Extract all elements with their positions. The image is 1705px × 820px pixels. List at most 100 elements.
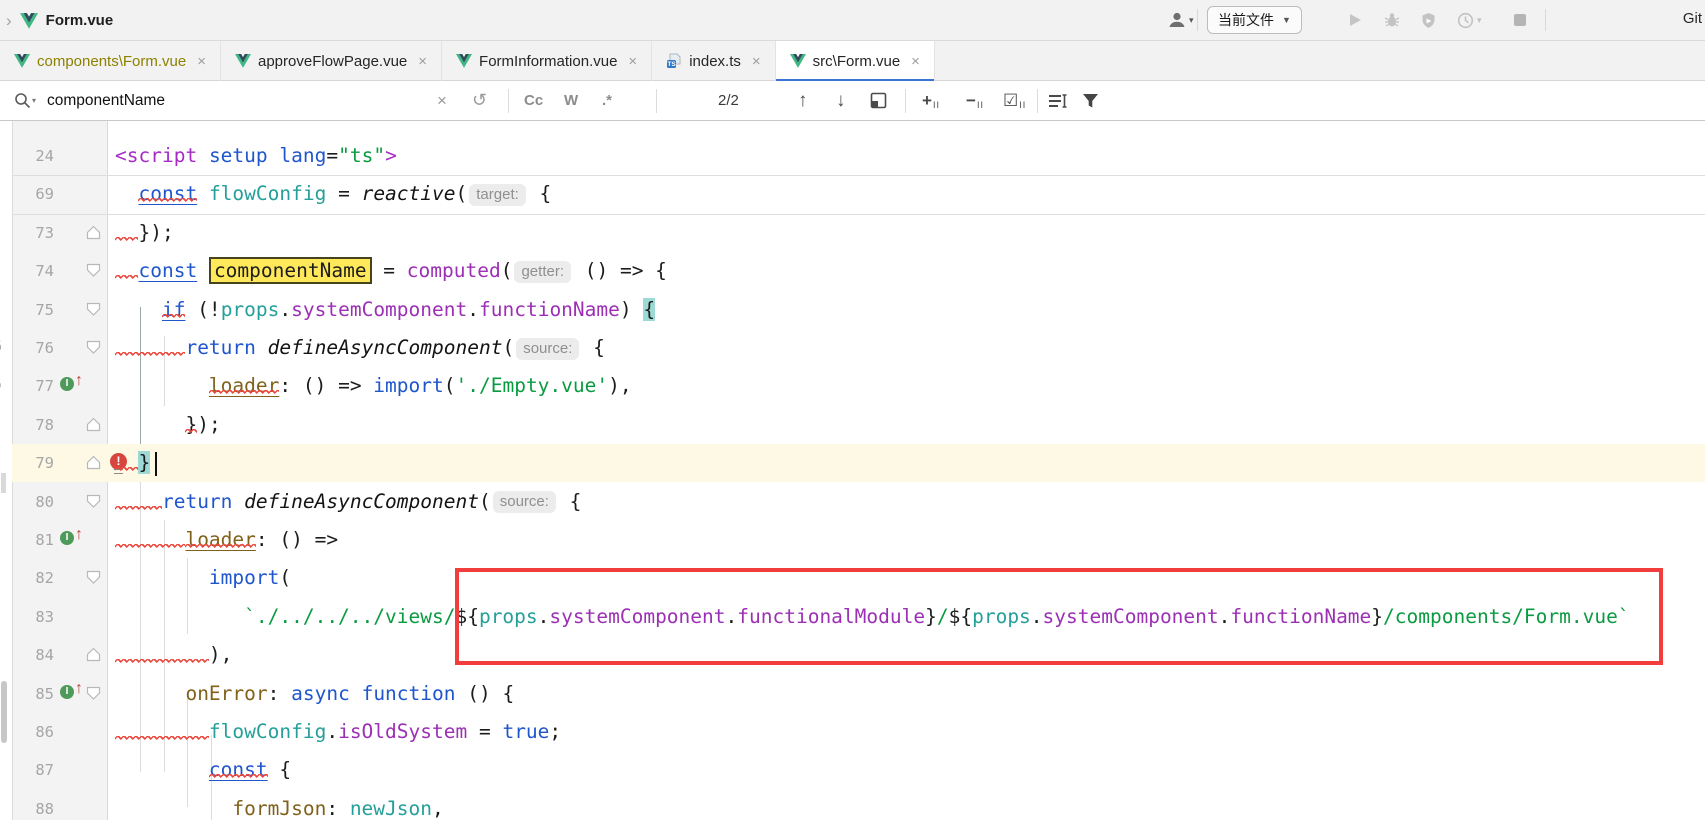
line-number[interactable]: 80 bbox=[12, 483, 54, 521]
line-number[interactable]: 74 bbox=[12, 252, 54, 290]
line-number[interactable]: 88 bbox=[12, 790, 54, 820]
run-icon[interactable] bbox=[1347, 8, 1363, 32]
debug-bug-icon[interactable] bbox=[1383, 8, 1401, 32]
tab-src-form.vue[interactable]: src\Form.vue× bbox=[776, 41, 935, 81]
tab-close-icon[interactable]: × bbox=[911, 53, 920, 70]
tab-close-icon[interactable]: × bbox=[197, 53, 206, 70]
token-kw: return bbox=[185, 336, 255, 359]
fold-region-start-icon[interactable] bbox=[86, 686, 101, 701]
tab-components-form.vue[interactable]: components\Form.vue× bbox=[0, 41, 221, 81]
code-line-80[interactable]: 80 return defineAsyncComponent(source: { bbox=[0, 483, 1705, 521]
fold-region-end-icon[interactable] bbox=[86, 225, 101, 240]
code-line-77[interactable]: 77I↑ loader: () => import('./Empty.vue')… bbox=[0, 367, 1705, 405]
indent-whitespace bbox=[115, 682, 185, 705]
line-number[interactable]: 87 bbox=[12, 751, 54, 789]
token-prop: functionalModule bbox=[737, 605, 925, 628]
add-occurrence-icon[interactable]: +II bbox=[922, 81, 939, 120]
gutter-implementation-icon[interactable]: I↑ bbox=[60, 374, 90, 398]
token-kw: const bbox=[209, 758, 268, 781]
match-case-toggle[interactable]: Cc bbox=[524, 81, 543, 120]
code-line-84[interactable]: 84 ), bbox=[0, 636, 1705, 674]
code-line-86[interactable]: 86 flowConfig.isOldSystem = true; bbox=[0, 713, 1705, 751]
token-pln: . bbox=[467, 298, 479, 321]
open-in-find-window-icon[interactable] bbox=[870, 81, 887, 120]
code-line-75[interactable]: 75 if (!props.systemComponent.functionNa… bbox=[0, 291, 1705, 329]
git-widget-label[interactable]: Git bbox=[1683, 10, 1702, 27]
search-input[interactable]: componentName bbox=[47, 81, 165, 120]
fold-region-start-icon[interactable] bbox=[86, 263, 101, 278]
code-text: const { bbox=[115, 751, 291, 789]
code-line-83[interactable]: 83 `./../../../views/${props.systemCompo… bbox=[0, 598, 1705, 636]
token-pln: ( bbox=[279, 566, 291, 589]
breadcrumb-chevron-icon[interactable]: › bbox=[6, 11, 12, 31]
remove-occurrence-icon[interactable]: −II bbox=[966, 81, 983, 120]
code-line-81[interactable]: 81I↑ loader: () => bbox=[0, 521, 1705, 559]
user-icon[interactable]: ▾ bbox=[1167, 8, 1194, 32]
line-number[interactable]: 69 bbox=[12, 175, 54, 213]
profiler-clock-icon[interactable]: ▾ bbox=[1457, 8, 1482, 32]
run-configuration-selector[interactable]: 当前文件 ▼ bbox=[1207, 6, 1302, 34]
code-line-74[interactable]: 74 const componentName = computed(getter… bbox=[0, 252, 1705, 290]
fold-region-start-icon[interactable] bbox=[86, 494, 101, 509]
line-number[interactable]: 78 bbox=[12, 406, 54, 444]
in-selection-icon[interactable] bbox=[1048, 81, 1068, 120]
fold-region-end-icon[interactable] bbox=[86, 647, 101, 662]
gutter-implementation-icon[interactable]: I↑ bbox=[60, 528, 90, 552]
code-line-87[interactable]: 87 const { bbox=[0, 751, 1705, 789]
line-number[interactable]: 83 bbox=[12, 598, 54, 636]
tab-close-icon[interactable]: × bbox=[628, 53, 637, 70]
next-occurrence-icon[interactable]: ↓ bbox=[836, 81, 846, 120]
filter-funnel-icon[interactable] bbox=[1082, 81, 1099, 120]
code-text: loader: () => bbox=[115, 521, 338, 559]
line-number[interactable]: 81 bbox=[12, 521, 54, 559]
code-editor[interactable]: 65 24<script setup lang="ts">69 const fl… bbox=[0, 121, 1705, 820]
line-number[interactable]: 76 bbox=[12, 329, 54, 367]
new-line-icon[interactable]: ↺ bbox=[472, 81, 487, 120]
line-number[interactable]: 85 bbox=[12, 675, 54, 713]
code-line-73[interactable]: 73 }); bbox=[0, 214, 1705, 252]
code-line-78[interactable]: 78 }); bbox=[0, 406, 1705, 444]
tab-forminformation.vue[interactable]: FormInformation.vue× bbox=[442, 41, 652, 81]
code-line-24[interactable]: 24<script setup lang="ts"> bbox=[0, 137, 1705, 175]
previous-occurrence-icon[interactable]: ↑ bbox=[798, 81, 808, 120]
tab-approveflowpage.vue[interactable]: approveFlowPage.vue× bbox=[221, 41, 442, 81]
line-number[interactable]: 82 bbox=[12, 559, 54, 597]
line-number[interactable]: 86 bbox=[12, 713, 54, 751]
line-number[interactable]: 24 bbox=[12, 137, 54, 175]
indent-whitespace bbox=[115, 758, 209, 781]
stop-icon[interactable] bbox=[1513, 8, 1527, 32]
code-line-76[interactable]: 76 return defineAsyncComponent(source: { bbox=[0, 329, 1705, 367]
line-number[interactable]: 79 bbox=[12, 444, 54, 482]
line-number[interactable]: 75 bbox=[12, 291, 54, 329]
token-prop: functionName bbox=[479, 298, 620, 321]
code-text: }); bbox=[115, 214, 174, 252]
tab-close-icon[interactable]: × bbox=[418, 53, 427, 70]
clear-search-icon[interactable]: × bbox=[437, 81, 447, 120]
code-line-79[interactable]: 79! } bbox=[0, 444, 1705, 482]
token-pln: { bbox=[528, 182, 551, 205]
fold-region-end-icon[interactable] bbox=[86, 455, 101, 470]
tab-close-icon[interactable]: × bbox=[752, 53, 761, 70]
code-line-69[interactable]: 69 const flowConfig = reactive(target: { bbox=[0, 175, 1705, 213]
line-number[interactable]: 84 bbox=[12, 636, 54, 674]
fold-region-start-icon[interactable] bbox=[86, 340, 101, 355]
up-arrow-icon: ↑ bbox=[75, 680, 83, 698]
coverage-icon[interactable] bbox=[1420, 8, 1437, 32]
select-all-occurrences-icon[interactable]: ☑II bbox=[1003, 81, 1025, 120]
fold-region-end-icon[interactable] bbox=[86, 417, 101, 432]
line-number[interactable]: 73 bbox=[12, 214, 54, 252]
ide-window: › Form.vue ▾ 当前文件 ▼ bbox=[0, 0, 1705, 820]
code-line-82[interactable]: 82 import( bbox=[0, 559, 1705, 597]
code-line-85[interactable]: 85I↑ onError: async function () { bbox=[0, 675, 1705, 713]
tab-index.ts[interactable]: TSindex.ts× bbox=[652, 41, 775, 81]
search-icon[interactable]: ▾ bbox=[14, 81, 36, 120]
code-text: return defineAsyncComponent(source: { bbox=[115, 329, 605, 367]
regex-toggle[interactable]: .* bbox=[602, 81, 612, 120]
code-line-88[interactable]: 88 formJson: newJson, bbox=[0, 790, 1705, 820]
fold-region-start-icon[interactable] bbox=[86, 570, 101, 585]
words-toggle[interactable]: W bbox=[564, 81, 578, 120]
token-pln: } bbox=[185, 413, 197, 436]
line-number[interactable]: 77 bbox=[12, 367, 54, 405]
parameter-hint-inlay: getter: bbox=[514, 261, 571, 283]
fold-region-start-icon[interactable] bbox=[86, 302, 101, 317]
